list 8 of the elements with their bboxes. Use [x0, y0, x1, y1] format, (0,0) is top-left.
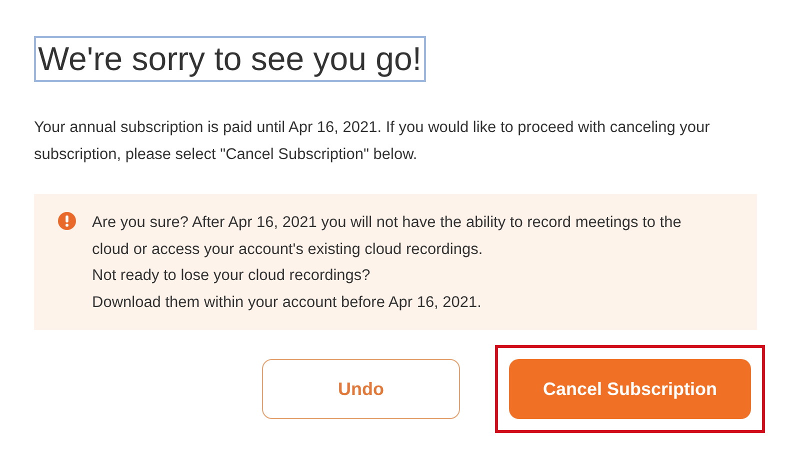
cancel-subscription-button[interactable]: Cancel Subscription: [509, 359, 751, 419]
warning-text: Are you sure? After Apr 16, 2021 you will not have the ability to record meetings to the cloud or access your account's existing cloud recordings.: [92, 213, 682, 260]
warning-text: Not ready to lose your cloud recordings?: [92, 266, 372, 286]
warning-text: Download them within your account before Apr 16, 2021.: [92, 292, 482, 312]
warning-icon: [58, 212, 76, 230]
message-text: Your annual subscription is paid until Apr 16, 2021. If you would like to proceed with canceling your subscription, please select "Cancel Subscription" below.: [34, 118, 711, 165]
dialog-title: We're sorry to see you go!: [34, 36, 426, 82]
undo-button[interactable]: Undo: [262, 359, 460, 419]
